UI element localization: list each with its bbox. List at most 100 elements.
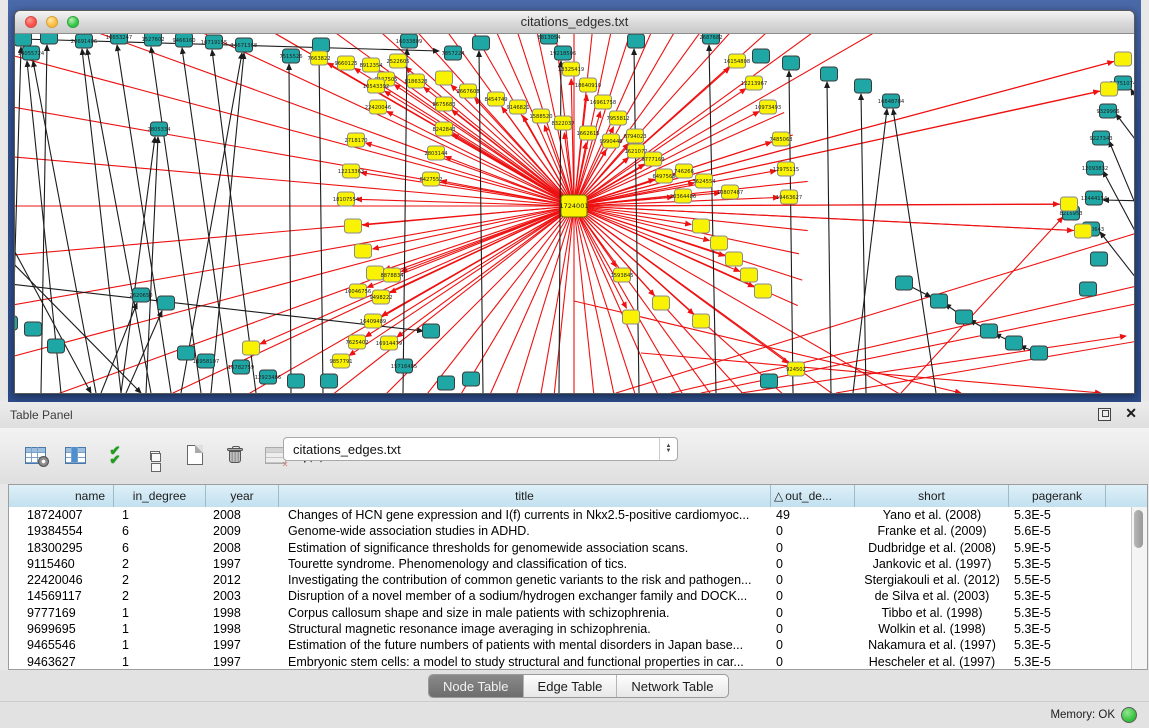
table-cell[interactable]: 1997 xyxy=(206,637,279,653)
tab-edge-table[interactable]: Edge Table xyxy=(524,675,618,697)
graph-node-yellow[interactable] xyxy=(436,71,453,85)
table-cell[interactable]: Corpus callosum shape and size in male p… xyxy=(279,605,771,621)
graph-node-teal[interactable] xyxy=(15,316,18,330)
table-cell[interactable]: Hescheler et al. (1997) xyxy=(855,654,1009,669)
table-cell[interactable]: 9463627 xyxy=(9,654,114,669)
table-cell[interactable]: 1 xyxy=(114,621,206,637)
close-panel-icon[interactable]: ✕ xyxy=(1125,405,1137,422)
graph-edge-red[interactable] xyxy=(511,206,574,393)
table-cell[interactable]: 18724007 xyxy=(9,507,114,523)
graph-edge-black[interactable] xyxy=(853,109,887,393)
graph-node-teal[interactable] xyxy=(783,56,800,70)
table-cell[interactable]: 2008 xyxy=(206,507,279,523)
graph-edge-red[interactable] xyxy=(265,206,574,393)
tab-node-table[interactable]: Node Table xyxy=(429,675,524,697)
column-header-out-degree[interactable]: △out_de... xyxy=(771,485,855,507)
network-graph-canvas[interactable]: 1405572420691406106532471527602946616010… xyxy=(15,34,1134,393)
graph-node-teal[interactable] xyxy=(25,322,42,336)
table-cell[interactable]: 5.5E-5 xyxy=(1009,572,1106,588)
table-row[interactable]: 977716911998Corpus callosum shape and si… xyxy=(9,605,1132,621)
table-cell[interactable]: 1 xyxy=(114,605,206,621)
graph-edge-black[interactable] xyxy=(121,137,155,393)
table-cell[interactable]: 0 xyxy=(771,605,855,621)
column-header-in-degree[interactable]: in_degree xyxy=(114,485,206,507)
table-cell[interactable]: Changes of HCN gene expression and I(f) … xyxy=(279,507,771,523)
table-cell[interactable]: 5.3E-5 xyxy=(1009,556,1106,572)
graph-node-teal[interactable] xyxy=(473,36,490,50)
column-header-title[interactable]: title xyxy=(279,485,771,507)
graph-edge-black[interactable] xyxy=(319,53,323,393)
graph-edge-black[interactable] xyxy=(211,53,244,393)
graph-node-yellow[interactable] xyxy=(1075,224,1092,238)
table-cell[interactable]: 2003 xyxy=(206,588,279,604)
float-panel-icon[interactable] xyxy=(1098,408,1111,421)
table-cell[interactable]: Jankovic et al. (1997) xyxy=(855,556,1009,572)
table-cell[interactable]: 0 xyxy=(771,523,855,539)
table-cell[interactable]: 1997 xyxy=(206,556,279,572)
graph-node-teal[interactable] xyxy=(821,67,838,81)
graph-edge-red[interactable] xyxy=(574,206,808,231)
table-cell[interactable]: Disruption of a novel member of a sodium… xyxy=(279,588,771,604)
table-vertical-scrollbar[interactable] xyxy=(1131,507,1147,669)
graph-edge-black[interactable] xyxy=(1116,114,1134,159)
table-cell[interactable]: 5.3E-5 xyxy=(1009,654,1106,669)
table-cell[interactable]: 49 xyxy=(771,507,855,523)
table-cell[interactable]: 2009 xyxy=(206,523,279,539)
graph-node-teal[interactable] xyxy=(931,294,948,308)
graph-node-teal[interactable] xyxy=(178,346,195,360)
graph-node-teal[interactable] xyxy=(41,34,58,44)
graph-node-yellow[interactable] xyxy=(693,314,710,328)
table-cell[interactable]: Dudbridge et al. (2008) xyxy=(855,540,1009,556)
graph-edge-black[interactable] xyxy=(709,45,716,393)
table-cell[interactable]: 0 xyxy=(771,540,855,556)
graph-edge-black[interactable] xyxy=(87,49,151,393)
table-settings-button[interactable] xyxy=(22,442,48,468)
table-cell[interactable]: Yano et al. (2008) xyxy=(855,507,1009,523)
column-header-year[interactable]: year xyxy=(206,485,279,507)
column-header-name[interactable]: name xyxy=(9,485,114,507)
graph-node-teal[interactable] xyxy=(48,339,65,353)
table-cell[interactable]: 0 xyxy=(771,572,855,588)
graph-edge-black[interactable] xyxy=(893,109,936,393)
table-cell[interactable]: Stergiakouli et al. (2012) xyxy=(855,572,1009,588)
graph-node-yellow[interactable] xyxy=(726,252,743,266)
graph-node-teal[interactable] xyxy=(896,276,913,290)
graph-edge-black[interactable] xyxy=(82,49,121,393)
table-cell[interactable]: 0 xyxy=(771,588,855,604)
graph-node-yellow[interactable] xyxy=(755,284,772,298)
table-cell[interactable]: 19384554 xyxy=(9,523,114,539)
tab-network-table[interactable]: Network Table xyxy=(617,675,727,697)
graph-edge-red[interactable] xyxy=(901,217,1063,393)
graph-node-teal[interactable] xyxy=(438,376,455,390)
table-row[interactable]: 946554611997Estimation of the future num… xyxy=(9,637,1132,653)
graph-edge-black[interactable] xyxy=(146,137,158,393)
table-cell[interactable]: Franke et al. (2009) xyxy=(855,523,1009,539)
graph-node-yellow[interactable] xyxy=(711,236,728,250)
table-cell[interactable]: 6 xyxy=(114,523,206,539)
graph-edge-black[interactable] xyxy=(15,47,21,393)
table-cell[interactable]: 1998 xyxy=(206,605,279,621)
table-cell[interactable]: 2012 xyxy=(206,572,279,588)
table-cell[interactable]: Estimation of significance thresholds fo… xyxy=(279,540,771,556)
table-cell[interactable]: 22420046 xyxy=(9,572,114,588)
table-cell[interactable]: Structural magnetic resonance image aver… xyxy=(279,621,771,637)
graph-node-yellow[interactable] xyxy=(623,310,640,324)
graph-edge-red[interactable] xyxy=(836,339,1134,393)
graph-node-yellow[interactable] xyxy=(243,341,260,355)
graph-node-yellow[interactable] xyxy=(693,219,710,233)
network-window[interactable]: citations_edges.txt 14055724206914061065… xyxy=(14,10,1135,394)
graph-node-teal[interactable] xyxy=(1031,346,1048,360)
table-cell[interactable]: 9777169 xyxy=(9,605,114,621)
table-cell[interactable]: 9115460 xyxy=(9,556,114,572)
table-cell[interactable]: Tourette syndrome. Phenomenology and cla… xyxy=(279,556,771,572)
graph-edge-black[interactable] xyxy=(1103,171,1134,259)
table-cell[interactable]: 5.9E-5 xyxy=(1009,540,1106,556)
graph-edge-red[interactable] xyxy=(397,206,574,337)
column-header-pagerank[interactable]: pagerank xyxy=(1009,485,1106,507)
table-cell[interactable]: 1 xyxy=(114,654,206,669)
table-cell[interactable]: de Silva et al. (2003) xyxy=(855,588,1009,604)
graph-edge-black[interactable] xyxy=(41,45,47,393)
table-cell[interactable]: 9465546 xyxy=(9,637,114,653)
table-row[interactable]: 946362711997Embryonic stem cells: a mode… xyxy=(9,654,1132,669)
column-header-short[interactable]: short xyxy=(855,485,1009,507)
